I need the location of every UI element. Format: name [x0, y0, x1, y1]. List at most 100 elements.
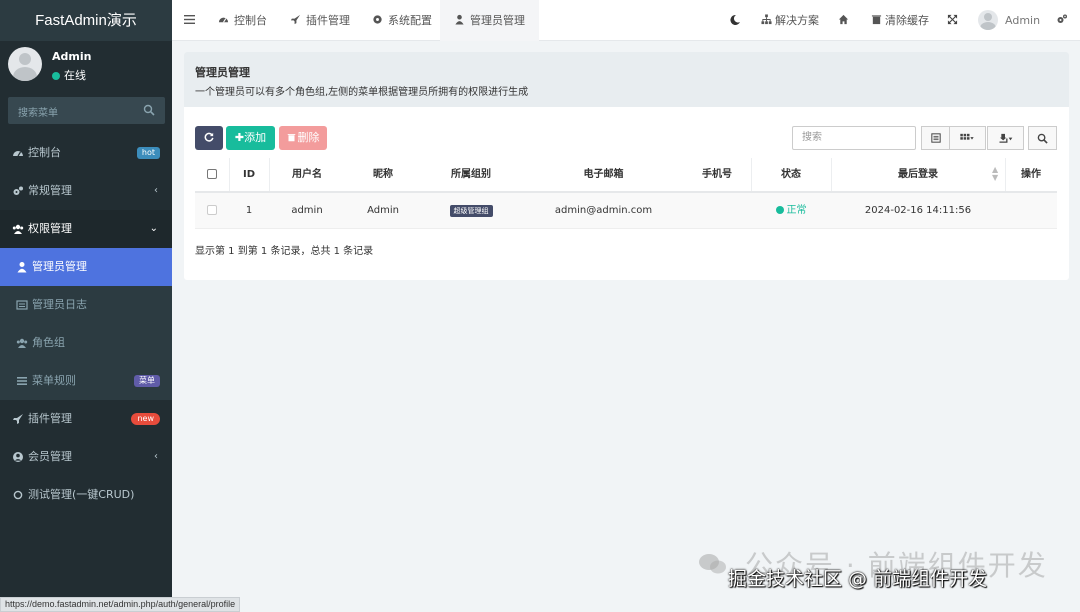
sidebar-item-general[interactable]: 常规管理 ‹ — [0, 172, 172, 210]
sidebar-item-label: 控制台 — [28, 146, 61, 159]
user-icon — [17, 262, 27, 273]
trash-icon — [287, 134, 295, 142]
avatar — [978, 10, 998, 30]
column-header-id[interactable]: ID — [229, 158, 269, 191]
wechat-icon — [699, 554, 726, 574]
sidebar-item-user[interactable]: 会员管理 ‹ — [0, 438, 172, 476]
status-text: 正常 — [786, 205, 807, 216]
table-search-input[interactable]: 搜索 — [792, 126, 916, 150]
columns-dropdown-button[interactable] — [949, 126, 986, 150]
user-status-text: 在线 — [64, 69, 86, 82]
delete-button[interactable]: 删除 — [279, 126, 327, 150]
refresh-button[interactable] — [195, 126, 223, 150]
fullscreen-button[interactable] — [947, 0, 958, 41]
cell-nickname: Admin — [367, 205, 399, 216]
page-title: 管理员管理 — [195, 66, 250, 79]
sidebar-item-label: 管理员管理 — [32, 260, 87, 273]
sidebar-item-label: 插件管理 — [28, 412, 72, 425]
cell-status[interactable]: 正常 — [751, 193, 831, 229]
column-header-username: 用户名 — [292, 169, 322, 180]
cogs-icon — [1057, 14, 1067, 23]
theme-toggle-button[interactable] — [729, 0, 741, 41]
page-description: 一个管理员可以有多个角色组,左侧的菜单根据管理员所拥有的权限进行生成 — [195, 87, 529, 98]
sidebar-item-test[interactable]: 测试管理(一键CRUD) — [0, 476, 172, 514]
user-circle-icon — [13, 452, 23, 462]
sitemap-icon — [761, 14, 772, 25]
tab-label: 插件管理 — [306, 14, 350, 27]
cogs-icon — [13, 186, 23, 195]
th-icon — [960, 133, 974, 140]
refresh-icon — [204, 132, 214, 142]
cell-actions — [1005, 193, 1057, 229]
sidebar-item-label: 角色组 — [32, 336, 65, 349]
cell-id: 1 — [245, 205, 253, 216]
cell-group: 超级管理组 — [421, 193, 521, 229]
column-header-nickname: 昵称 — [373, 169, 393, 180]
credit-text: 掘金技术社区 @ 前端组件开发 — [728, 568, 988, 590]
tab-dashboard[interactable]: 控制台 — [218, 0, 267, 41]
column-header-actions: 操作 — [1021, 169, 1041, 180]
online-dot-icon — [52, 72, 60, 80]
sidebar-search-input[interactable]: 搜索菜单 — [8, 97, 165, 124]
tab-addon[interactable]: 插件管理 — [290, 0, 350, 41]
chevron-down-icon: ⌄ — [149, 223, 158, 234]
bars-icon — [17, 377, 27, 385]
trash-icon — [871, 15, 882, 25]
sidebar-item-dashboard[interactable]: 控制台 hot — [0, 134, 172, 172]
search-icon[interactable] — [143, 104, 155, 116]
tab-admin[interactable]: 管理员管理 — [440, 0, 539, 41]
clear-cache-button[interactable]: 清除缓存 — [871, 0, 929, 41]
sidebar-search-placeholder: 搜索菜单 — [18, 108, 58, 119]
sidebar-item-auth[interactable]: 权限管理 ⌄ — [0, 210, 172, 248]
sort-icon[interactable]: ▲ ▼ — [992, 166, 998, 182]
list-alt-icon — [931, 133, 941, 143]
app-logo[interactable]: FastAdmin演示 — [0, 0, 172, 41]
sidebar-item-group[interactable]: 角色组 — [0, 324, 172, 362]
sidebar-item-addon[interactable]: 插件管理 new — [0, 400, 172, 438]
select-all-checkbox[interactable] — [207, 169, 217, 179]
clear-cache-label: 清除缓存 — [885, 14, 929, 27]
avatar — [8, 47, 42, 81]
rocket-icon — [290, 14, 301, 25]
sidebar-item-label: 权限管理 — [28, 222, 72, 235]
sidebar-toggle-button[interactable] — [184, 0, 195, 41]
group-icon — [12, 224, 24, 234]
sidebar-item-label: 菜单规则 — [32, 374, 76, 387]
settings-button[interactable] — [1056, 0, 1068, 41]
tab-label: 系统配置 — [388, 14, 432, 27]
hot-badge: hot — [136, 147, 160, 159]
column-header-last-login[interactable]: 最后登录 — [831, 158, 1005, 191]
home-button[interactable] — [838, 0, 849, 41]
status-bar-url: https://demo.fastadmin.net/admin.php/aut… — [0, 597, 241, 612]
search-icon — [1037, 133, 1048, 144]
tab-config[interactable]: 系统配置 — [372, 0, 432, 41]
export-dropdown-button[interactable] — [987, 126, 1024, 150]
toggle-view-button[interactable] — [921, 126, 950, 150]
list-alt-icon — [16, 300, 28, 310]
user-menu-name: Admin — [1005, 14, 1041, 27]
table-header: ID 用户名 昵称 所属组别 电子邮箱 手机号 状态 最后登录 ▲ ▼ 操作 — [195, 158, 1057, 193]
solutions-label: 解决方案 — [775, 14, 819, 27]
table-row[interactable]: 1 admin Admin 超级管理组 admin@admin.com 正常 2… — [195, 193, 1057, 229]
cell-username: admin — [291, 205, 323, 216]
sidebar: FastAdmin演示 Admin 在线 搜索菜单 控制台 hot 常规管理 ‹… — [0, 0, 172, 612]
delete-label: 删除 — [297, 131, 320, 144]
advanced-search-button[interactable] — [1028, 126, 1057, 150]
row-checkbox[interactable] — [207, 205, 217, 215]
sidebar-item-label: 测试管理(一键CRUD) — [28, 488, 135, 501]
cell-mobile — [686, 193, 748, 229]
cell-email: admin@admin.com — [554, 205, 653, 216]
sidebar-item-rule[interactable]: 菜单规则 菜单 — [0, 362, 172, 400]
sidebar-item-adminlog[interactable]: 管理员日志 — [0, 286, 172, 324]
add-button[interactable]: ✚添加 — [226, 126, 275, 150]
expand-icon — [947, 14, 958, 25]
user-menu[interactable]: Admin — [978, 0, 1040, 41]
user-icon — [455, 14, 464, 25]
sidebar-item-label: 常规管理 — [28, 184, 72, 197]
solutions-link[interactable]: 解决方案 — [761, 0, 819, 41]
chevron-left-icon: ‹ — [154, 451, 158, 462]
home-icon — [838, 14, 849, 25]
sidebar-menu: 控制台 hot 常规管理 ‹ 权限管理 ⌄ 管理员管理 管理员日志 角色组 菜单… — [0, 134, 172, 514]
sidebar-item-admin[interactable]: 管理员管理 — [0, 248, 172, 286]
bars-icon — [184, 15, 195, 24]
